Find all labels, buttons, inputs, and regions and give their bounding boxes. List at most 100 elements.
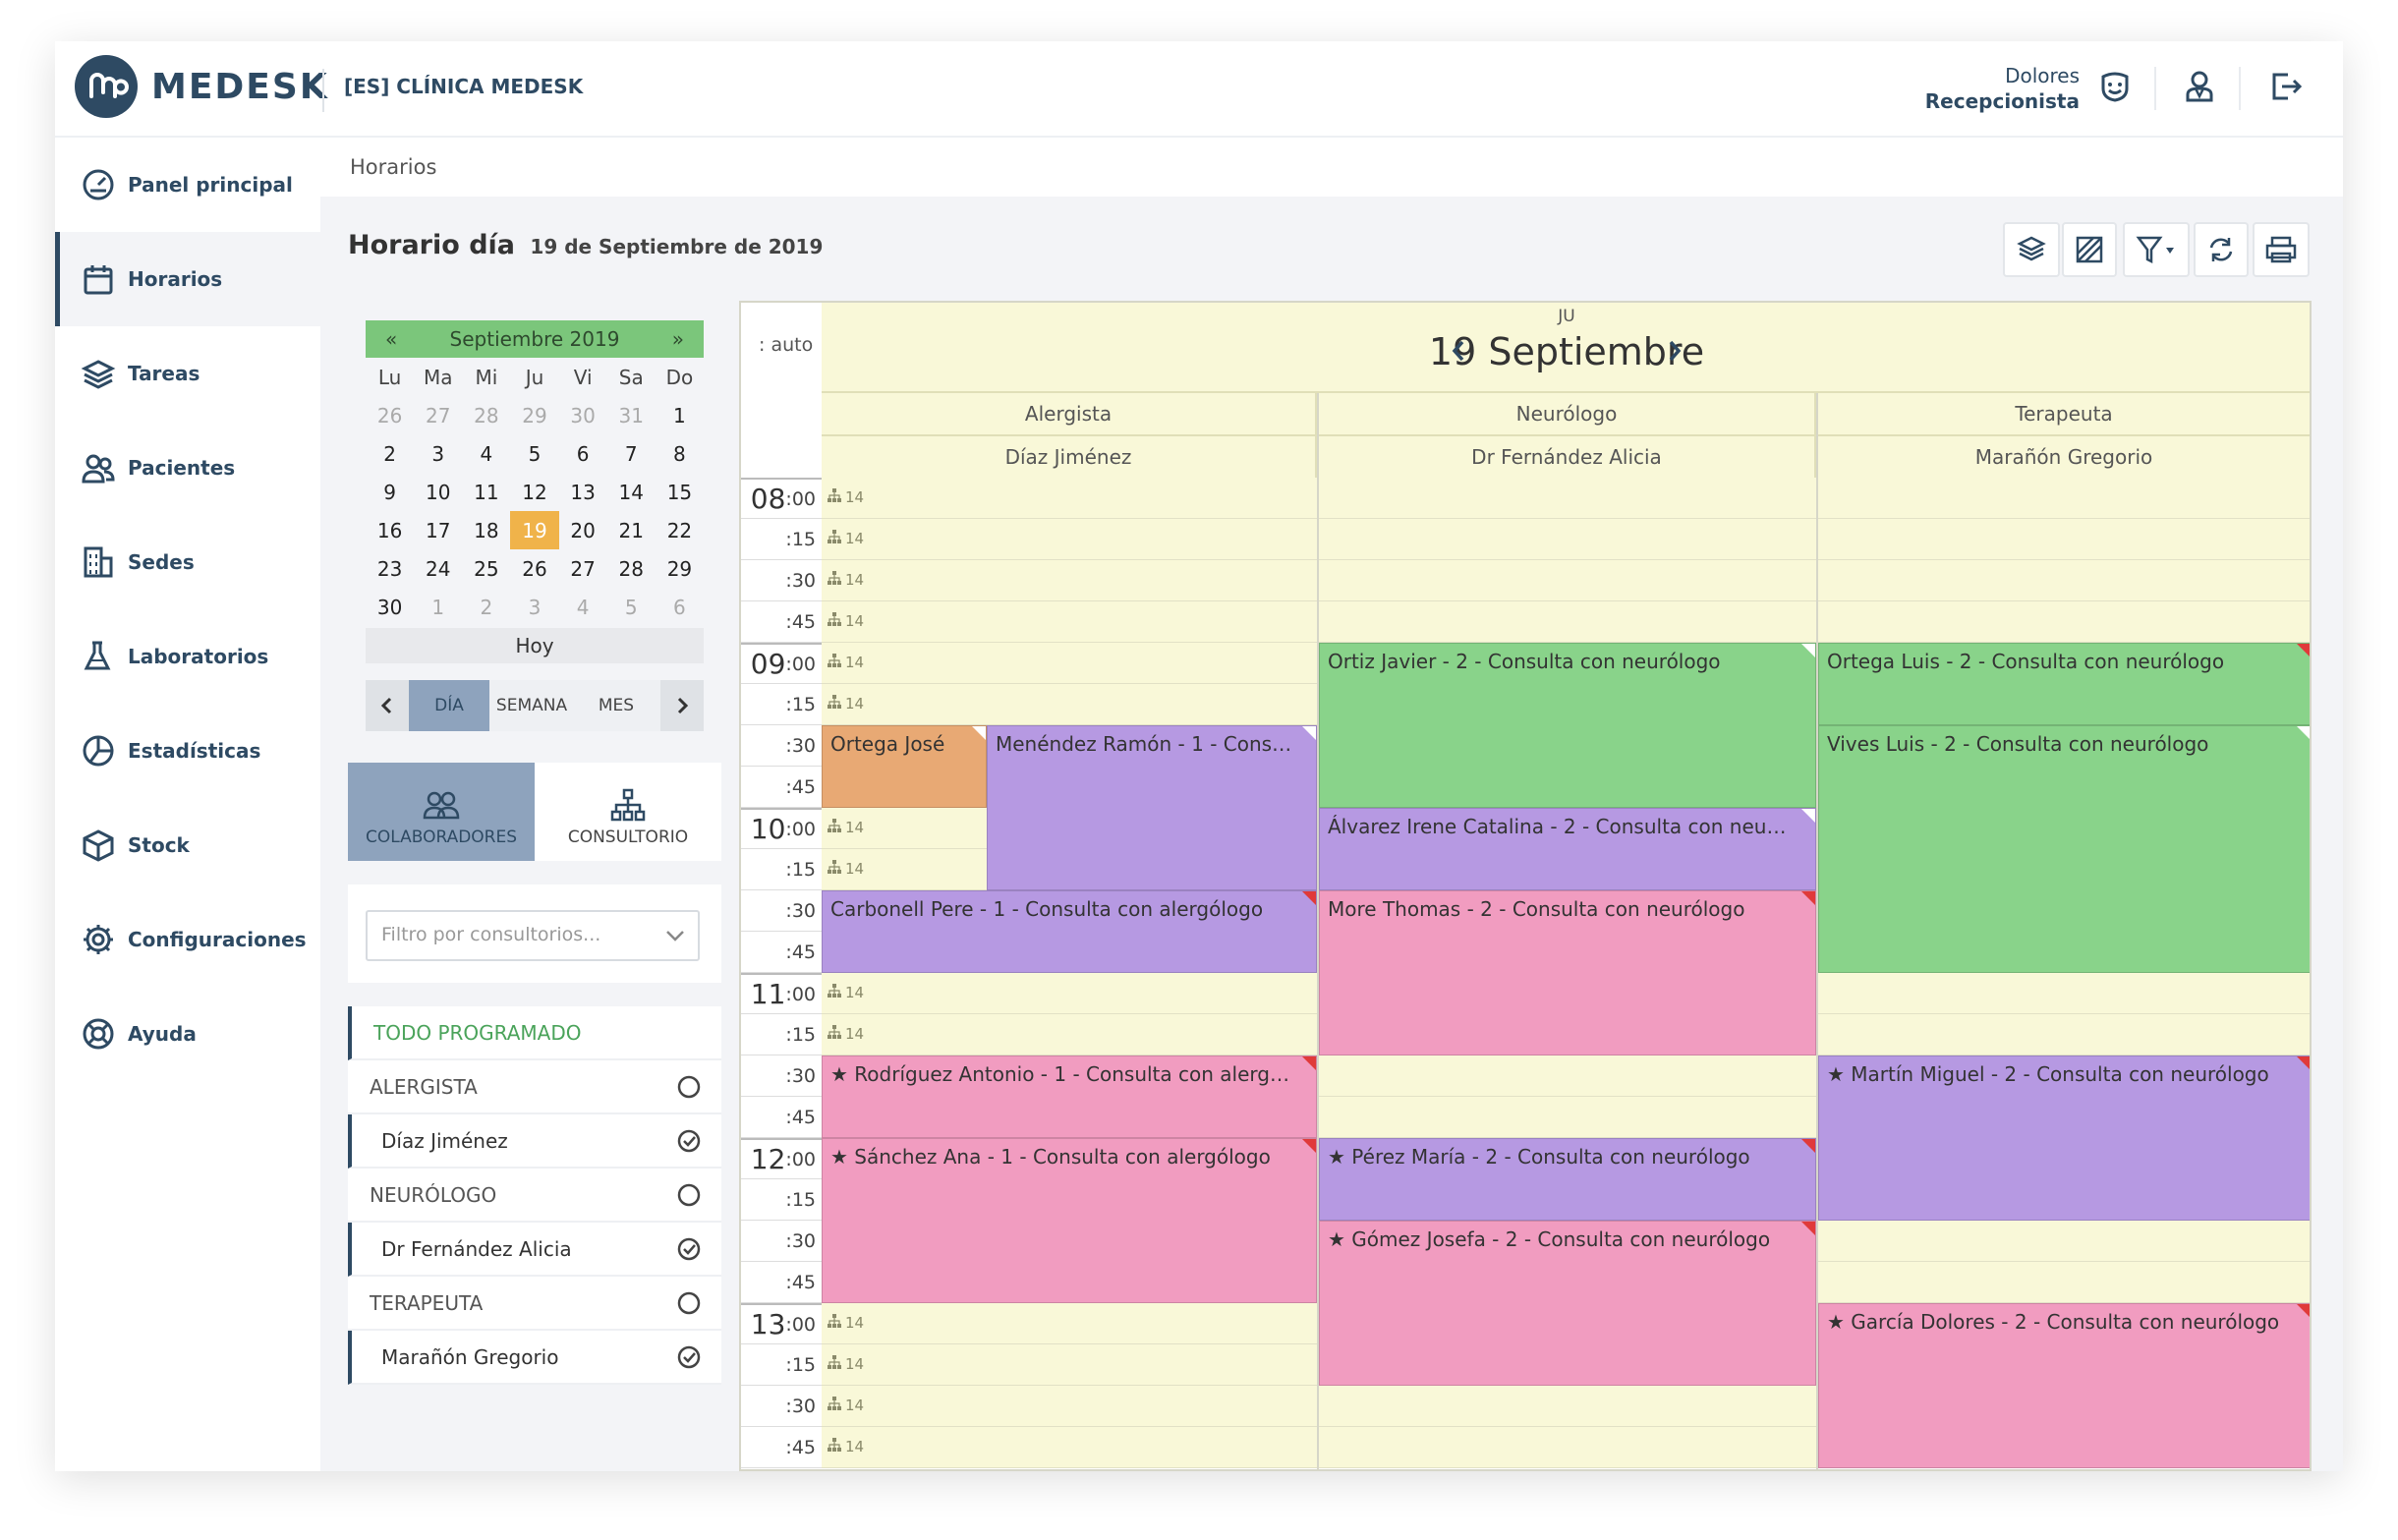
time-slot[interactable] <box>1319 560 1816 601</box>
breadcrumb-item[interactable]: Horarios <box>350 155 436 179</box>
nav-pacientes[interactable]: Pacientes <box>55 421 320 515</box>
calendar-day[interactable]: 25 <box>462 549 510 588</box>
time-slot[interactable] <box>1319 1097 1816 1138</box>
time-slot[interactable]: 14 <box>822 1014 1317 1055</box>
calendar-day[interactable]: 6 <box>559 434 607 473</box>
calendar-day[interactable]: 6 <box>656 588 704 626</box>
calendar-day[interactable]: 14 <box>607 473 656 511</box>
time-slot[interactable]: 14 <box>822 973 1317 1014</box>
time-slot[interactable] <box>1818 478 2310 519</box>
prev-period-button[interactable] <box>366 680 409 731</box>
print-button[interactable] <box>2253 222 2310 277</box>
list-group-neurologo[interactable]: NEURÓLOGO <box>348 1169 721 1223</box>
calendar-day[interactable]: 27 <box>559 549 607 588</box>
calendar-day[interactable]: 9 <box>366 473 414 511</box>
user-info[interactable]: Dolores Recepcionista <box>1925 63 2080 114</box>
calendar-day[interactable]: 1 <box>656 396 704 434</box>
time-slot[interactable]: 14 <box>822 1427 1317 1468</box>
view-week-button[interactable]: SEMANA <box>489 680 574 731</box>
calendar-day[interactable]: 26 <box>510 549 558 588</box>
calendar-day[interactable]: 22 <box>656 511 704 549</box>
clinic-name[interactable]: [ES] CLÍNICA MEDESK <box>344 75 583 98</box>
time-slot[interactable] <box>1818 1262 2310 1303</box>
calendar-day[interactable]: 17 <box>414 511 462 549</box>
view-day-button[interactable]: DÍA <box>409 680 489 731</box>
appointment-event[interactable]: ★ Gómez Josefa - 2 - Consulta con neuról… <box>1319 1221 1816 1386</box>
appointment-event[interactable]: Ortega Luis - 2 - Consulta con neurólogo <box>1818 643 2310 725</box>
refresh-button[interactable] <box>2194 222 2249 277</box>
time-slot[interactable] <box>1818 519 2310 560</box>
calendar-day[interactable]: 30 <box>559 396 607 434</box>
time-slot[interactable] <box>1818 1014 2310 1055</box>
view-month-button[interactable]: MES <box>574 680 658 731</box>
calendar-day[interactable]: 27 <box>414 396 462 434</box>
list-item-maranon-gregorio[interactable]: Marañón Gregorio <box>348 1331 721 1385</box>
hatch-button[interactable] <box>2062 222 2117 277</box>
next-day-icon[interactable] <box>1663 336 1686 366</box>
prev-day-icon[interactable] <box>1447 336 1470 366</box>
calendar-day[interactable]: 13 <box>559 473 607 511</box>
list-group-terapeuta[interactable]: TERAPEUTA <box>348 1277 721 1331</box>
appointment-event[interactable]: Ortiz Javier - 2 - Consulta con neurólog… <box>1319 643 1816 808</box>
calendar-day[interactable]: 2 <box>366 434 414 473</box>
nav-ayuda[interactable]: Ayuda <box>55 987 320 1081</box>
time-slot[interactable] <box>1319 601 1816 643</box>
time-slot[interactable] <box>1818 1221 2310 1262</box>
calendar-day[interactable]: 23 <box>366 549 414 588</box>
calendar-day[interactable]: 3 <box>510 588 558 626</box>
time-slot[interactable]: 14 <box>822 1303 1317 1344</box>
calendar-day[interactable]: 16 <box>366 511 414 549</box>
appointment-event[interactable]: Menéndez Ramón - 1 - Consulta con alergó… <box>987 725 1317 890</box>
next-month-button[interactable]: » <box>672 327 684 351</box>
list-group-alergista[interactable]: ALERGISTA <box>348 1060 721 1114</box>
logout-icon[interactable] <box>2266 67 2308 110</box>
today-button[interactable]: Hoy <box>366 628 704 663</box>
filter-button[interactable] <box>2123 222 2190 277</box>
time-slot[interactable] <box>1319 1055 1816 1097</box>
time-slot[interactable] <box>1319 478 1816 519</box>
calendar-day[interactable]: 2 <box>462 588 510 626</box>
calendar-day[interactable]: 4 <box>559 588 607 626</box>
calendar-day[interactable]: 31 <box>607 396 656 434</box>
calendar-day[interactable]: 20 <box>559 511 607 549</box>
time-slot[interactable]: 14 <box>822 1344 1317 1386</box>
nav-tareas[interactable]: Tareas <box>55 326 320 421</box>
appointment-event[interactable]: Vives Luis - 2 - Consulta con neurólogo <box>1818 725 2310 973</box>
nav-configuraciones[interactable]: Configuraciones <box>55 892 320 987</box>
nav-sedes[interactable]: Sedes <box>55 515 320 609</box>
calendar-day[interactable]: 3 <box>414 434 462 473</box>
nav-estadisticas[interactable]: Estadísticas <box>55 704 320 798</box>
calendar-day[interactable]: 5 <box>607 588 656 626</box>
calendar-day[interactable]: 7 <box>607 434 656 473</box>
calendar-day[interactable]: 8 <box>656 434 704 473</box>
calendar-day[interactable]: 26 <box>366 396 414 434</box>
calendar-day[interactable]: 1 <box>414 588 462 626</box>
time-slot[interactable]: 14 <box>822 478 1317 519</box>
list-item-diaz-jimenez[interactable]: Díaz Jiménez <box>348 1114 721 1169</box>
time-slot[interactable] <box>1319 519 1816 560</box>
user-icon[interactable] <box>2180 67 2241 110</box>
time-slot[interactable]: 14 <box>822 1386 1317 1427</box>
appointment-event[interactable]: Carbonell Pere - 1 - Consulta con alergó… <box>822 890 1317 973</box>
calendar-day[interactable]: 21 <box>607 511 656 549</box>
logo[interactable]: MEDESK <box>75 55 329 118</box>
time-slot[interactable]: 14 <box>822 643 1317 684</box>
list-item-all[interactable]: TODO PROGRAMADO <box>348 1006 721 1060</box>
time-slot[interactable] <box>1319 1386 1816 1427</box>
nav-panel-principal[interactable]: Panel principal <box>55 138 320 232</box>
prev-month-button[interactable]: « <box>385 327 397 351</box>
calendar-day[interactable]: 18 <box>462 511 510 549</box>
calendar-day[interactable]: 15 <box>656 473 704 511</box>
office-filter-select[interactable]: Filtro por consultorios... <box>366 910 700 961</box>
next-period-button[interactable] <box>660 680 704 731</box>
calendar-day[interactable]: 10 <box>414 473 462 511</box>
calendar-day[interactable]: 11 <box>462 473 510 511</box>
time-slot[interactable] <box>1319 1427 1816 1468</box>
appointment-event[interactable]: ★ Martín Miguel - 2 - Consulta con neuró… <box>1818 1055 2310 1221</box>
calendar-day[interactable]: 29 <box>510 396 558 434</box>
time-slot[interactable]: 14 <box>822 560 1317 601</box>
calendar-day[interactable]: 5 <box>510 434 558 473</box>
calendar-day[interactable]: 28 <box>607 549 656 588</box>
appointment-event[interactable]: ★ Pérez María - 2 - Consulta con neurólo… <box>1319 1138 1816 1221</box>
appointment-event[interactable]: Ortega José <box>822 725 987 808</box>
